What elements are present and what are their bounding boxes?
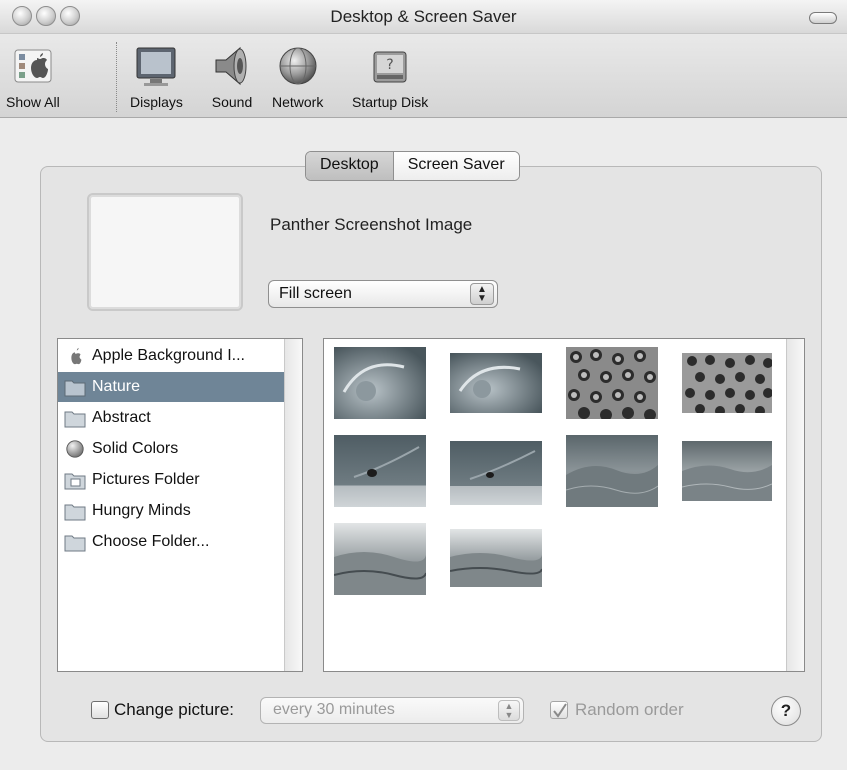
source-list-scrollbar[interactable] xyxy=(284,339,302,671)
pictures-folder-icon xyxy=(64,473,86,490)
help-button[interactable]: ? xyxy=(771,696,801,726)
toolbar-label: Show All xyxy=(6,94,60,110)
image-thumbnail-grid[interactable] xyxy=(323,338,805,672)
fit-mode-select[interactable]: Fill screen ▲ ▼ xyxy=(268,280,498,308)
thumbnail-leopard-spots-1[interactable] xyxy=(566,347,658,419)
source-item-label: Solid Colors xyxy=(92,440,179,457)
toolbar-label: Network xyxy=(272,94,324,110)
thumbnail-sand-dunes-1[interactable] xyxy=(566,435,658,507)
source-item-nature[interactable]: Nature xyxy=(58,372,284,402)
source-item-apple-background[interactable]: Apple Background I... xyxy=(58,341,284,371)
folder-icon xyxy=(64,411,86,428)
updown-arrows-icon: ▲ ▼ xyxy=(498,700,520,721)
toolbar-item-network[interactable]: Network xyxy=(272,42,323,110)
change-interval-value: every 30 minutes xyxy=(273,701,395,718)
tab-screen-saver[interactable]: Screen Saver xyxy=(393,152,519,180)
toolbar-label: Sound xyxy=(211,94,253,110)
apple-icon xyxy=(71,347,82,365)
startup-disk-icon: ? xyxy=(366,42,414,90)
thumbnail-ladybug-leaf-2[interactable] xyxy=(450,441,542,505)
sound-icon xyxy=(208,42,256,90)
desktop-preview-well[interactable] xyxy=(87,193,243,311)
updown-arrows-icon: ▲ ▼ xyxy=(470,283,494,305)
system-preferences-window: Desktop & Screen Saver Show All Displays… xyxy=(0,0,847,770)
toolbar-item-show-all[interactable]: Show All xyxy=(6,42,60,110)
change-picture-checkbox[interactable] xyxy=(91,701,109,719)
source-item-label: Nature xyxy=(92,378,141,395)
thumbnail-sand-dunes-2[interactable] xyxy=(682,441,772,501)
random-order-label: Random order xyxy=(575,700,684,719)
show-all-icon xyxy=(9,42,57,90)
toolbar-separator xyxy=(116,42,117,112)
change-interval-select[interactable]: every 30 minutes ▲ ▼ xyxy=(260,697,524,724)
bottom-controls: Change picture: every 30 minutes ▲ ▼ Rand… xyxy=(0,696,847,727)
toolbar-item-displays[interactable]: Displays xyxy=(130,42,183,110)
thumbnail-desert-dunes-2[interactable] xyxy=(450,529,542,587)
current-image-name: Panther Screenshot Image xyxy=(270,215,473,234)
toolbar-item-sound[interactable]: Sound xyxy=(208,42,256,110)
title-bar: Desktop & Screen Saver xyxy=(0,0,847,34)
thumbnail-leopard-spots-2[interactable] xyxy=(682,353,772,413)
tab-switcher: Desktop Screen Saver xyxy=(305,151,520,181)
toolbar-toggle-button[interactable] xyxy=(809,12,837,24)
source-item-abstract[interactable]: Abstract xyxy=(58,403,284,433)
checkmark-icon xyxy=(553,703,567,718)
thumbnail-desert-dunes-1[interactable] xyxy=(334,523,426,595)
thumbnail-grid-scrollbar[interactable] xyxy=(786,339,804,671)
toolbar-label: Displays xyxy=(130,94,183,110)
thumbnail-water-droplet-2[interactable] xyxy=(450,353,542,413)
source-item-pictures-folder[interactable]: Pictures Folder xyxy=(58,465,284,495)
source-item-label: Apple Background I... xyxy=(92,347,245,364)
source-item-label: Abstract xyxy=(92,409,151,426)
folder-icon xyxy=(64,535,86,552)
network-icon xyxy=(274,42,322,90)
folder-icon xyxy=(64,380,86,397)
toolbar: Show All Displays Sound Network ? Startu… xyxy=(0,34,847,118)
tab-desktop[interactable]: Desktop xyxy=(306,152,394,180)
toolbar-item-startup-disk[interactable]: ? Startup Disk xyxy=(352,42,428,110)
toolbar-label: Startup Disk xyxy=(352,94,429,110)
source-item-choose-folder[interactable]: Choose Folder... xyxy=(58,527,284,557)
random-order-checkbox[interactable] xyxy=(550,701,568,719)
source-item-solid-colors[interactable]: Solid Colors xyxy=(58,434,284,464)
sphere-icon xyxy=(66,440,84,458)
source-item-label: Hungry Minds xyxy=(92,502,191,519)
source-item-label: Choose Folder... xyxy=(92,533,210,550)
thumbnail-water-droplet-1[interactable] xyxy=(334,347,426,419)
change-picture-label: Change picture: xyxy=(114,700,235,719)
thumbnail-ladybug-leaf-1[interactable] xyxy=(334,435,426,507)
fit-mode-value: Fill screen xyxy=(279,285,352,302)
window-title: Desktop & Screen Saver xyxy=(330,7,517,26)
source-item-label: Pictures Folder xyxy=(92,471,200,488)
folder-icon xyxy=(64,504,86,521)
image-source-list[interactable]: Apple Background I... Nature Abstract So… xyxy=(57,338,303,672)
source-item-hungry-minds[interactable]: Hungry Minds xyxy=(58,496,284,526)
displays-icon xyxy=(132,42,180,90)
svg-text:?: ? xyxy=(386,57,393,73)
